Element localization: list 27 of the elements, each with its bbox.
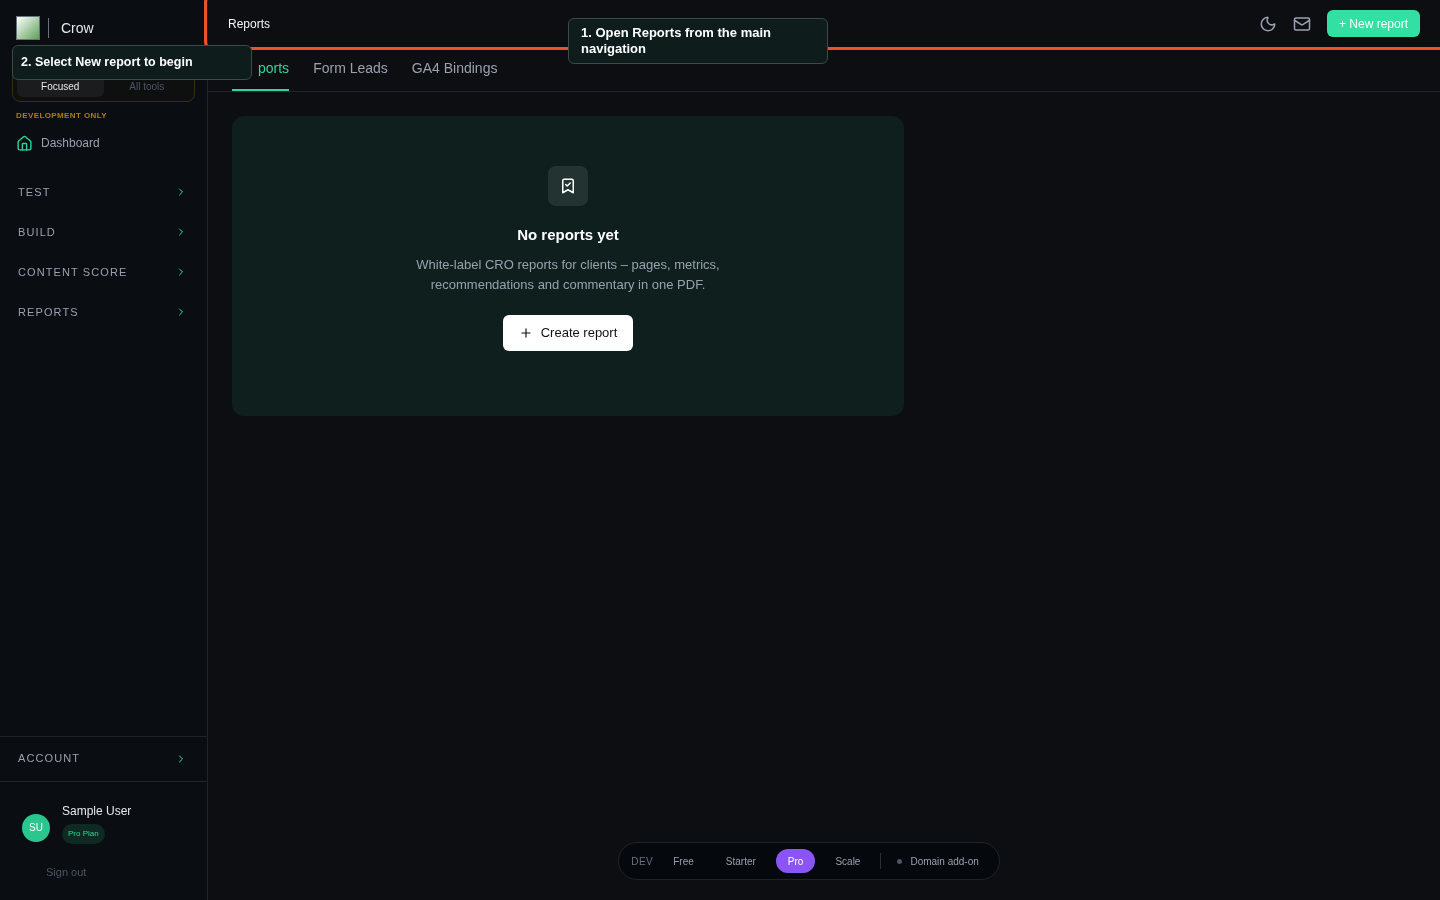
plan-option[interactable]: Pro bbox=[775, 849, 816, 873]
moon-icon[interactable] bbox=[1258, 14, 1277, 33]
report-icon bbox=[548, 166, 588, 206]
plan-badge: Pro Plan bbox=[62, 823, 105, 844]
domain-addon-toggle[interactable]: Domain add-on bbox=[889, 853, 987, 869]
brand-name: Crow bbox=[61, 18, 94, 38]
plan-option[interactable]: Starter bbox=[713, 849, 768, 873]
mail-icon[interactable] bbox=[1292, 14, 1311, 33]
empty-title: No reports yet bbox=[517, 225, 619, 245]
tour-tooltip: 2. Select New report to begin bbox=[12, 45, 252, 80]
page-title: Reports bbox=[228, 15, 271, 33]
plan-option[interactable]: Scale bbox=[823, 849, 873, 873]
home-icon bbox=[16, 134, 33, 152]
tour-tooltip: 1. Open Reports from the main navigation bbox=[568, 18, 828, 64]
tab[interactable]: GA4 Bindings bbox=[411, 47, 498, 91]
section-label: DEVELOPMENT ONLY bbox=[15, 110, 108, 122]
plus-icon bbox=[518, 325, 533, 340]
account-group[interactable]: ACCOUNT bbox=[0, 735, 207, 782]
avatar: SU bbox=[22, 813, 50, 842]
plan-option[interactable]: Free bbox=[661, 849, 706, 873]
dashboard-link[interactable]: Dashboard bbox=[0, 134, 207, 152]
dev-label: DEV bbox=[631, 854, 654, 869]
user-name: Sample User bbox=[62, 802, 132, 820]
create-report-button[interactable]: Create report bbox=[502, 314, 634, 351]
tab[interactable]: Form Leads bbox=[313, 47, 388, 91]
logo-icon bbox=[16, 16, 40, 40]
empty-description: White-label CRO reports for clients – pages, metrics, recommendations and commentary in one PDF. bbox=[415, 255, 721, 294]
